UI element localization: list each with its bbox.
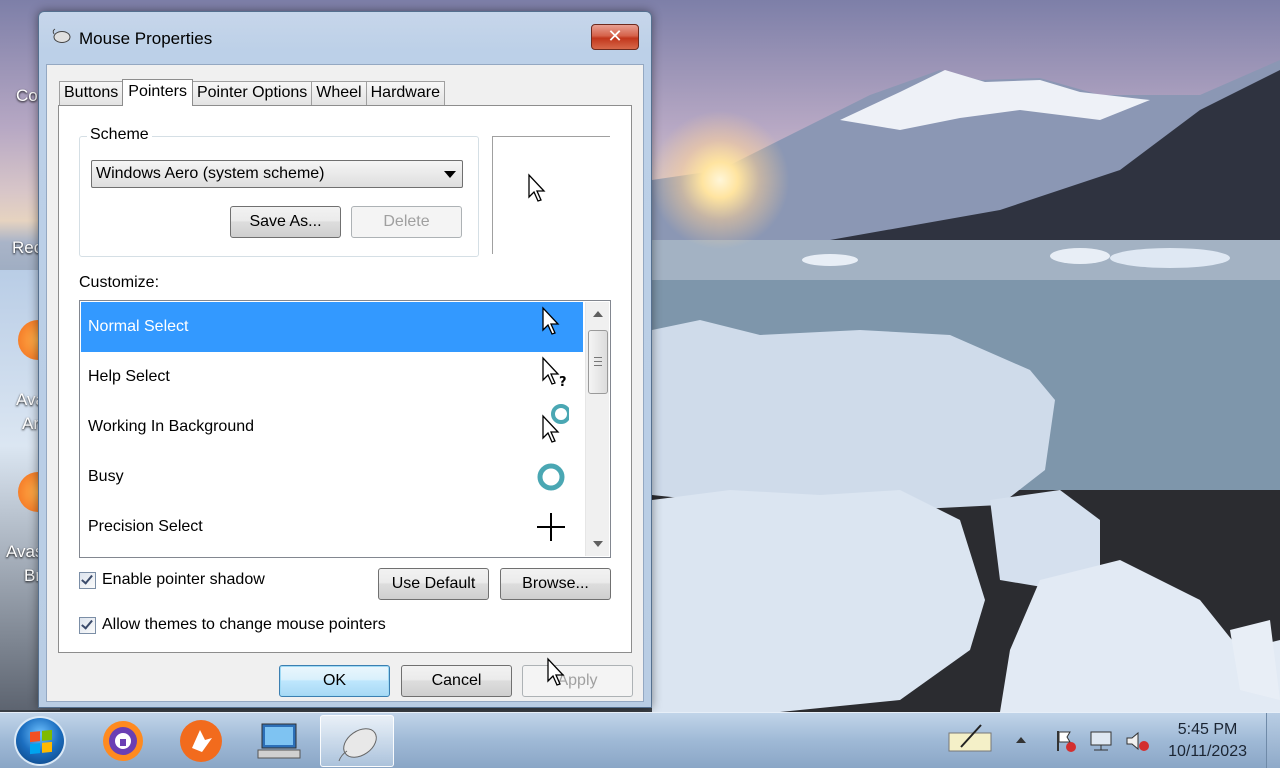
dialog-client-area: Buttons Pointers Pointer Options Wheel H… xyxy=(46,64,644,702)
list-item-precision-select[interactable]: Precision Select xyxy=(81,502,583,552)
start-button[interactable] xyxy=(14,716,66,766)
pointer-shadow-checkbox[interactable] xyxy=(79,571,96,589)
windows-logo-icon xyxy=(30,729,52,755)
save-as-button[interactable]: Save As... xyxy=(230,206,341,238)
list-item-label: Normal Select xyxy=(88,318,189,335)
pointers-tab-panel: Scheme Windows Aero (system scheme) Save… xyxy=(58,105,632,653)
taskbar-remote-desktop[interactable] xyxy=(242,715,316,767)
tab-pointer-options[interactable]: Pointer Options xyxy=(191,81,313,105)
list-item-label: Help Select xyxy=(88,368,170,385)
apply-button[interactable]: Apply xyxy=(522,665,633,697)
scheme-label: Scheme xyxy=(87,126,152,144)
clock-time: 5:45 PM xyxy=(1177,721,1238,738)
customize-label: Customize: xyxy=(79,274,160,291)
list-scrollbar[interactable] xyxy=(585,302,609,556)
help-cursor-icon: ? xyxy=(542,356,567,390)
list-item-working-in-background[interactable]: Working In Background xyxy=(81,402,583,452)
list-item-label: Precision Select xyxy=(88,518,203,535)
pointer-shadow-label: Enable pointer shadow xyxy=(102,571,265,588)
sun-glare xyxy=(650,110,790,250)
checkmark-icon xyxy=(81,571,93,585)
list-item-busy[interactable]: Busy xyxy=(81,452,583,502)
themes-option[interactable]: Allow themes to change mouse pointers xyxy=(79,615,386,635)
themes-checkbox[interactable] xyxy=(79,616,96,634)
show-hidden-icons-icon[interactable] xyxy=(1016,737,1026,743)
working-cursor-icon xyxy=(542,404,569,443)
cursor-list[interactable]: Normal Select Help Select ? Working In B… xyxy=(79,300,611,558)
mouse-icon xyxy=(338,728,377,762)
list-item-label: Busy xyxy=(88,468,124,485)
title-bar[interactable]: Mouse Properties ✕ xyxy=(39,12,651,60)
network-icon[interactable] xyxy=(1088,729,1114,753)
taskbar: 5:45 PM 10/11/2023 xyxy=(0,712,1280,768)
desktop-label-avast-2[interactable]: Ar xyxy=(22,414,39,434)
pointer-shadow-option[interactable]: Enable pointer shadow xyxy=(79,570,265,590)
list-item-normal-select[interactable]: Normal Select xyxy=(81,302,583,352)
taskbar-clock[interactable]: 5:45 PM 10/11/2023 xyxy=(1168,719,1247,763)
use-default-button[interactable]: Use Default xyxy=(378,568,489,600)
mouse-icon xyxy=(52,28,71,43)
pen-tablet-icon[interactable] xyxy=(947,723,993,753)
scheme-dropdown[interactable]: Windows Aero (system scheme) xyxy=(91,160,463,188)
chevron-down-icon xyxy=(444,171,456,178)
scheme-groupbox xyxy=(79,136,479,257)
tab-buttons[interactable]: Buttons xyxy=(59,81,124,105)
scheme-dropdown-value: Windows Aero (system scheme) xyxy=(96,165,325,182)
desktop-label-computer[interactable]: Co xyxy=(16,86,38,106)
checkmark-icon xyxy=(81,616,93,630)
window-title: Mouse Properties xyxy=(79,29,213,48)
mouse-properties-window: Mouse Properties ✕ Buttons Pointers Poin… xyxy=(38,11,652,708)
pointer-preview xyxy=(492,136,610,254)
avast-icon xyxy=(180,720,222,762)
tab-wheel[interactable]: Wheel xyxy=(311,81,367,105)
tab-pointers[interactable]: Pointers xyxy=(122,79,193,106)
taskbar-avast[interactable] xyxy=(164,715,238,767)
show-desktop-button[interactable] xyxy=(1266,713,1280,768)
ok-button[interactable]: OK xyxy=(279,665,390,697)
svg-text:?: ? xyxy=(559,375,567,390)
list-item-label: Working In Background xyxy=(88,418,255,435)
tab-hardware[interactable]: Hardware xyxy=(365,81,445,105)
busy-cursor-icon xyxy=(537,463,565,491)
scrollbar-thumb[interactable] xyxy=(588,330,608,394)
clock-date: 10/11/2023 xyxy=(1168,743,1247,760)
scroll-down-icon[interactable] xyxy=(593,541,603,547)
cancel-button[interactable]: Cancel xyxy=(401,665,512,697)
volume-muted-icon[interactable] xyxy=(1124,729,1150,753)
mouse-pointer-icon xyxy=(547,657,565,686)
browse-button[interactable]: Browse... xyxy=(500,568,611,600)
delete-button[interactable]: Delete xyxy=(351,206,462,238)
crosshair-cursor-icon xyxy=(537,513,565,541)
themes-label: Allow themes to change mouse pointers xyxy=(102,616,386,633)
taskbar-browser[interactable] xyxy=(86,715,160,767)
remote-desktop-icon xyxy=(257,723,301,759)
taskbar-mouse-properties[interactable] xyxy=(320,715,394,767)
scroll-up-icon[interactable] xyxy=(593,311,603,317)
browser-icon xyxy=(103,721,143,761)
list-item-help-select[interactable]: Help Select ? xyxy=(81,352,583,402)
close-button[interactable]: ✕ xyxy=(591,24,639,50)
tab-strip: Buttons Pointers Pointer Options Wheel H… xyxy=(59,79,445,106)
action-center-flag-icon[interactable] xyxy=(1054,729,1078,753)
arrow-cursor-icon xyxy=(528,173,546,202)
arrow-cursor-icon xyxy=(542,306,560,335)
